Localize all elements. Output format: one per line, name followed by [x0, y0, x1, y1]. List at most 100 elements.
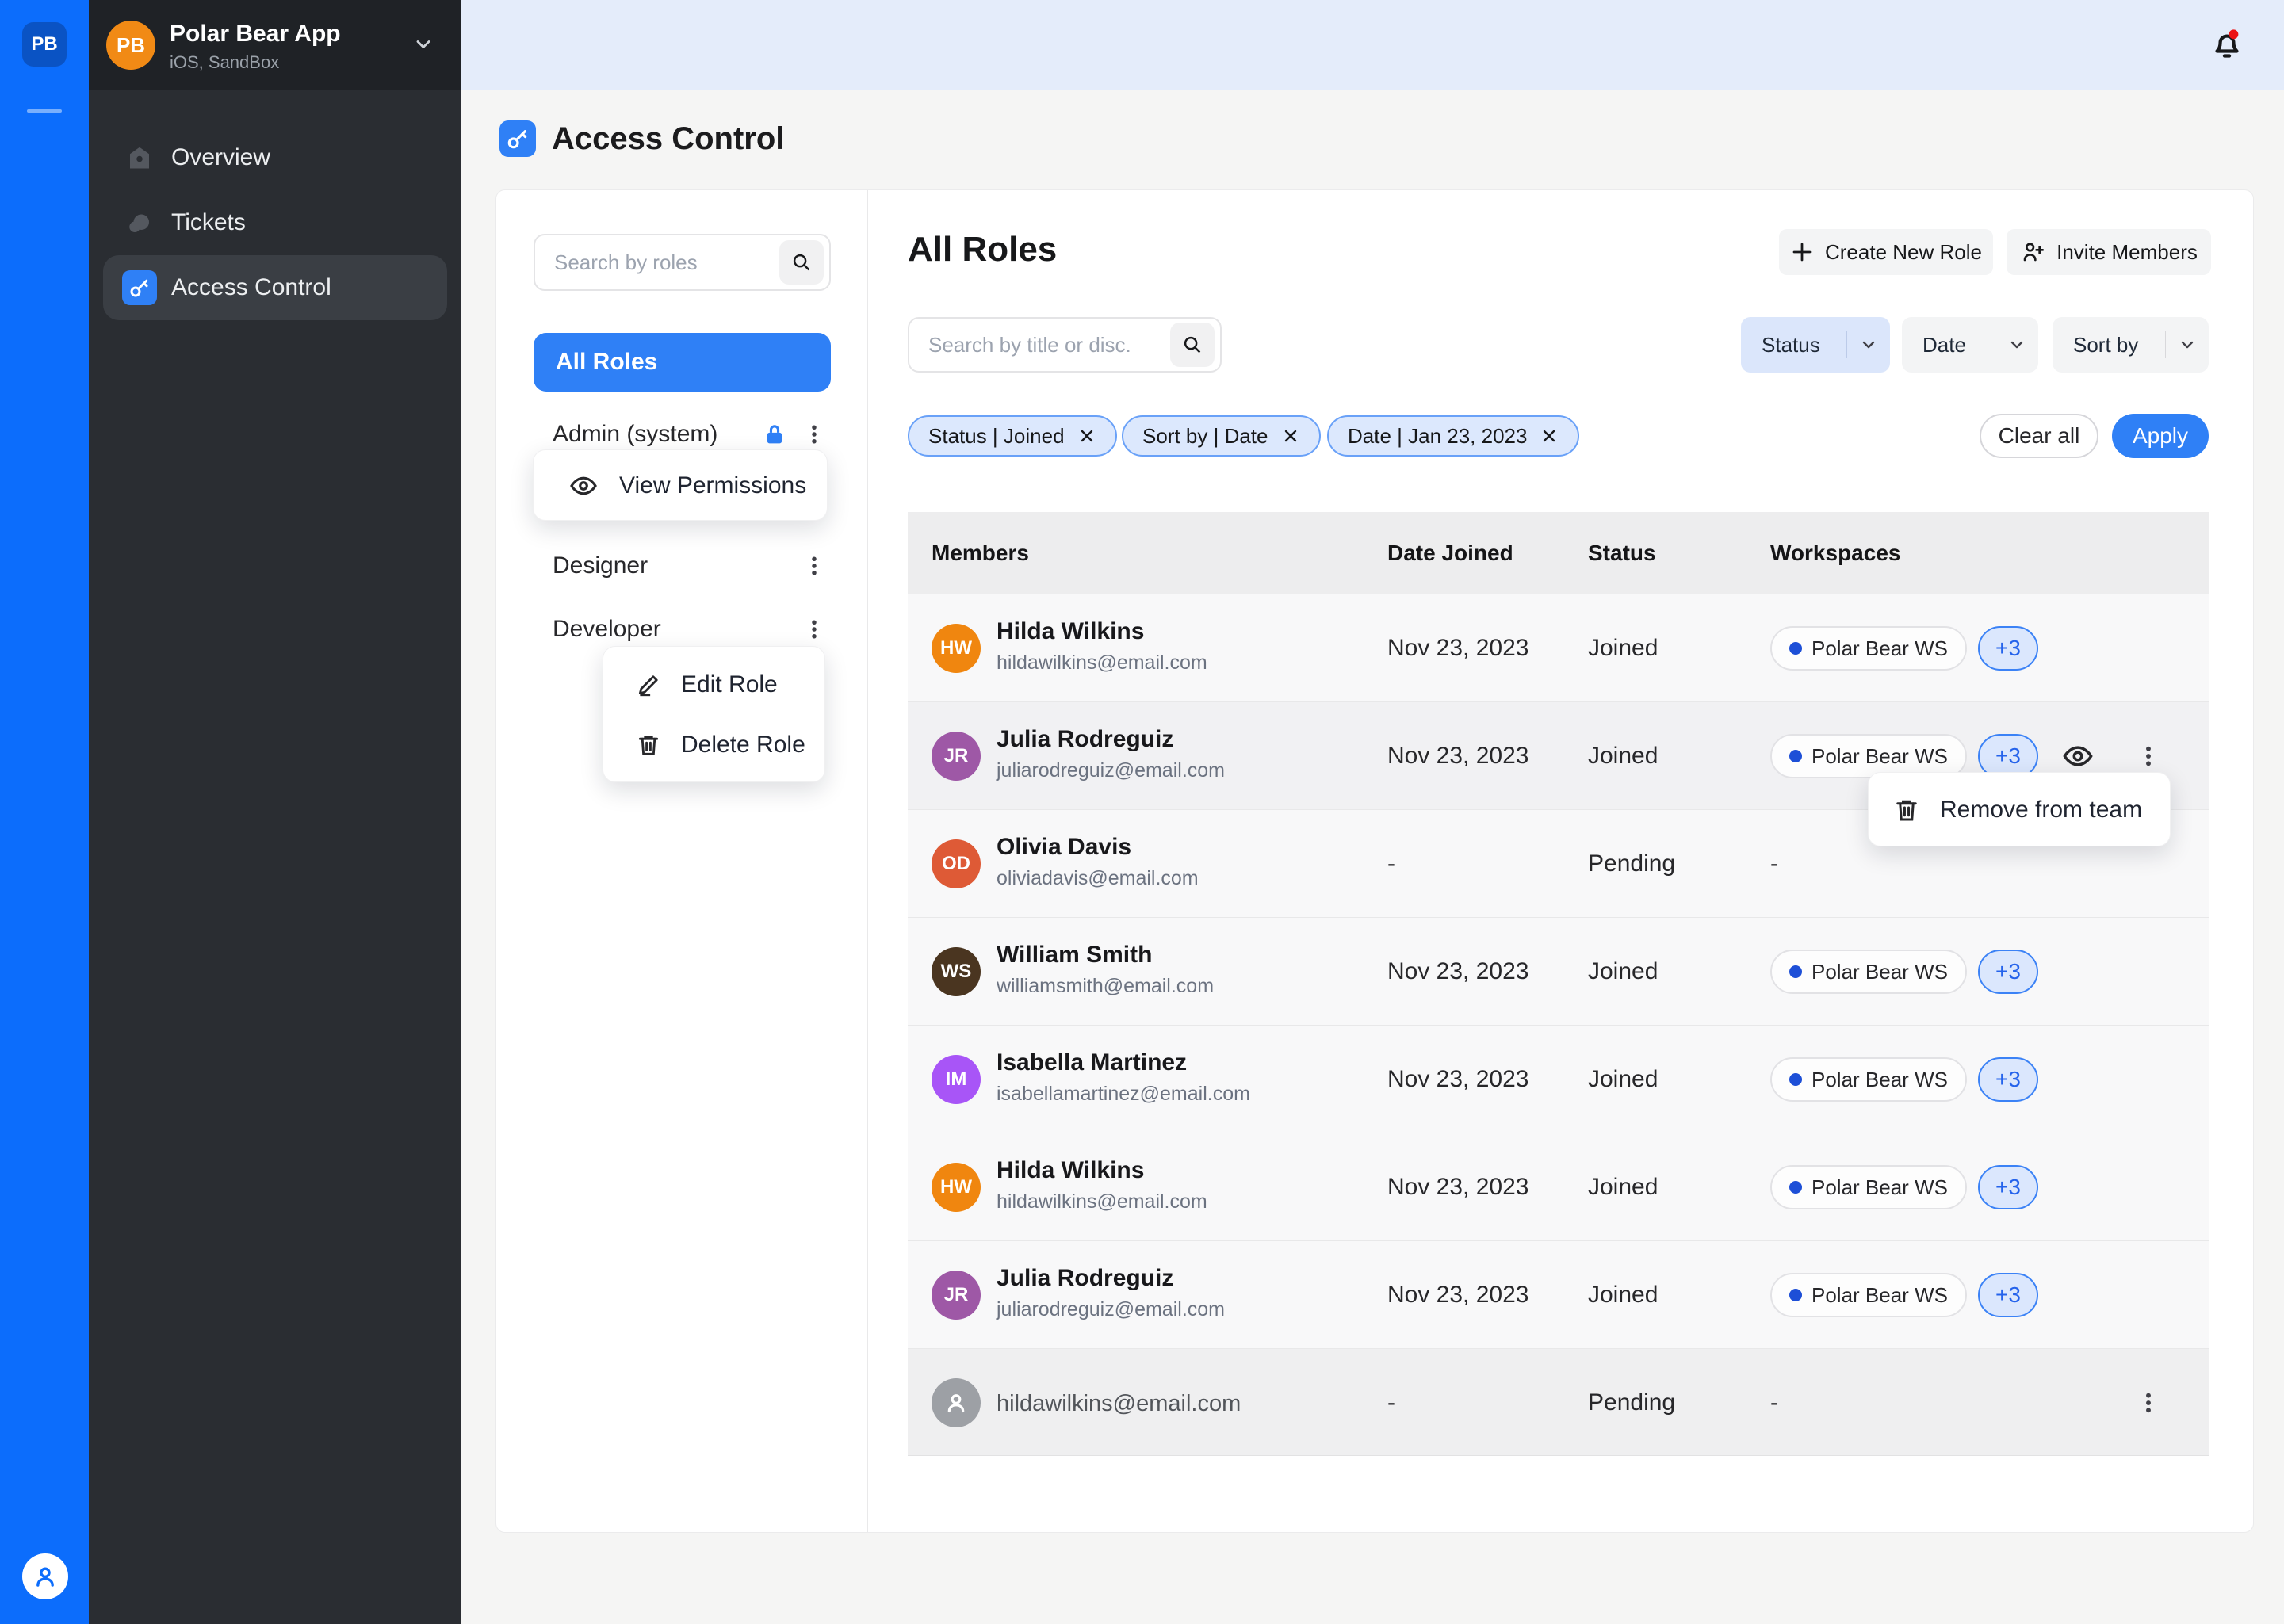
sidebar-item-label: Access Control: [171, 274, 331, 301]
workspace-dot: [1789, 965, 1802, 978]
workspace-extra-badge[interactable]: +3: [1978, 1273, 2038, 1317]
workspace-dot: [1789, 642, 1802, 655]
status-badge: Joined: [1588, 594, 1658, 702]
filter-chip-date[interactable]: Date | Jan 23, 2023: [1327, 415, 1579, 457]
view-permissions-menu-item[interactable]: View Permissions: [534, 450, 827, 522]
member-context-menu: Remove from team: [1868, 772, 2171, 846]
search-icon[interactable]: [779, 240, 824, 285]
app-name: Polar Bear App: [170, 21, 341, 48]
workspace-extra-badge[interactable]: +3: [1978, 626, 2038, 671]
members-table: Members Date Joined Status Workspaces HW…: [908, 512, 2209, 1456]
status-filter-dropdown[interactable]: Status: [1741, 317, 1890, 373]
table-row[interactable]: HW Hilda Wilkins hildawilkins@email.com …: [908, 1133, 2209, 1240]
workspace-dot: [1789, 1181, 1802, 1194]
avatar: HW: [932, 1163, 981, 1212]
trash-icon: [635, 732, 662, 759]
status-badge: Joined: [1588, 702, 1658, 810]
chevron-down-icon: [1847, 335, 1890, 354]
person-icon: [30, 1561, 60, 1592]
person-add-icon: [2020, 239, 2045, 265]
kebab-menu-icon[interactable]: [2136, 1390, 2161, 1416]
topbar: [461, 0, 2284, 90]
app-environment: iOS, SandBox: [170, 52, 279, 73]
table-row[interactable]: IM Isabella Martinez isabellamartinez@em…: [908, 1025, 2209, 1133]
avatar: OD: [932, 839, 981, 888]
table-header: Members Date Joined Status Workspaces: [908, 512, 2209, 594]
workspace-dot: [1789, 1289, 1802, 1301]
panel-divider: [867, 190, 868, 1532]
close-icon[interactable]: [1281, 426, 1300, 445]
create-new-role-button[interactable]: Create New Role: [1779, 229, 1993, 275]
table-row[interactable]: HW Hilda Wilkins hildawilkins@email.com …: [908, 594, 2209, 701]
status-badge: Joined: [1588, 1133, 1658, 1241]
kebab-menu-icon[interactable]: [2136, 743, 2161, 769]
sidebar-item-label: Tickets: [171, 209, 246, 236]
close-icon[interactable]: [1077, 426, 1096, 445]
edit-role-menu-item[interactable]: Edit Role: [603, 655, 824, 715]
clear-all-button[interactable]: Clear all: [1980, 414, 2098, 458]
table-row[interactable]: JR Julia Rodreguiz juliarodreguiz@email.…: [908, 1240, 2209, 1348]
plus-icon: [1790, 240, 1814, 264]
role-filter-all-roles[interactable]: All Roles: [534, 333, 831, 392]
eye-icon[interactable]: [2061, 739, 2095, 773]
role-item-designer[interactable]: Designer: [534, 542, 831, 590]
workspace-logo[interactable]: PB: [22, 22, 67, 67]
remove-from-team-menu-item[interactable]: Remove from team: [1869, 773, 2170, 847]
workspace-dot: [1789, 1073, 1802, 1086]
trash-icon: [1892, 796, 1921, 824]
workspace-pill: Polar Bear WS: [1770, 1057, 1967, 1102]
ticket-icon: [122, 205, 157, 240]
kebab-menu-icon[interactable]: [802, 554, 826, 578]
chevron-down-icon[interactable]: [412, 33, 434, 55]
key-icon: [122, 270, 157, 305]
search-icon[interactable]: [1170, 323, 1215, 367]
avatar: HW: [932, 624, 981, 673]
filter-chip-status[interactable]: Status | Joined: [908, 415, 1117, 457]
status-badge: Pending: [1588, 1349, 1675, 1457]
page-title: Access Control: [552, 120, 784, 157]
role-context-menu: View Permissions: [533, 449, 828, 521]
status-badge: Joined: [1588, 1026, 1658, 1133]
sort-by-dropdown[interactable]: Sort by: [2053, 317, 2209, 373]
roles-search-input[interactable]: [535, 250, 779, 275]
members-search-input[interactable]: [909, 333, 1170, 357]
sidebar-item-access-control[interactable]: Access Control: [103, 255, 447, 320]
workspace-extra-badge[interactable]: +3: [1978, 1165, 2038, 1209]
sidebar-nav: Overview Tickets Access Control: [89, 125, 461, 320]
access-control-card: All Roles Admin (system) View Permission…: [495, 189, 2254, 1533]
filter-chip-sort[interactable]: Sort by | Date: [1122, 415, 1321, 457]
table-row[interactable]: WS William Smith williamsmith@email.com …: [908, 917, 2209, 1025]
apply-button[interactable]: Apply: [2112, 414, 2209, 458]
delete-role-menu-item[interactable]: Delete Role: [603, 715, 824, 775]
avatar: WS: [932, 947, 981, 996]
eye-icon: [568, 471, 599, 501]
sidebar-item-tickets[interactable]: Tickets: [103, 190, 447, 255]
table-row[interactable]: hildawilkins@email.com - Pending -: [908, 1348, 2209, 1456]
app-switcher[interactable]: PB Polar Bear App iOS, SandBox: [89, 0, 461, 90]
workspace-extra-badge[interactable]: +3: [1978, 950, 2038, 994]
date-filter-dropdown[interactable]: Date: [1902, 317, 2038, 373]
kebab-menu-icon[interactable]: [802, 422, 826, 446]
sidebar: PB Polar Bear App iOS, SandBox Overview …: [89, 0, 461, 1624]
close-icon[interactable]: [1540, 426, 1559, 445]
workspace-extra-badge[interactable]: +3: [1978, 1057, 2038, 1102]
status-badge: Joined: [1588, 918, 1658, 1026]
user-avatar-button[interactable]: [22, 1553, 68, 1599]
chevron-down-icon: [2166, 335, 2209, 354]
status-badge: Pending: [1588, 810, 1675, 918]
section-heading: All Roles: [908, 230, 1057, 269]
notifications-bell-icon[interactable]: [2205, 21, 2249, 65]
avatar: JR: [932, 732, 981, 781]
workspace-pill: Polar Bear WS: [1770, 1273, 1967, 1317]
role-actions-menu: Edit Role Delete Role: [603, 646, 825, 782]
avatar: IM: [932, 1055, 981, 1104]
chevron-down-icon: [1995, 335, 2038, 354]
workspace-pill: Polar Bear WS: [1770, 950, 1967, 994]
invite-members-button[interactable]: Invite Members: [2007, 229, 2211, 275]
members-search: [908, 317, 1222, 373]
status-badge: Joined: [1588, 1241, 1658, 1349]
sidebar-item-overview[interactable]: Overview: [103, 125, 447, 190]
workspace-pill: Polar Bear WS: [1770, 1165, 1967, 1209]
kebab-menu-icon[interactable]: [802, 617, 826, 641]
pencil-icon: [635, 671, 662, 698]
